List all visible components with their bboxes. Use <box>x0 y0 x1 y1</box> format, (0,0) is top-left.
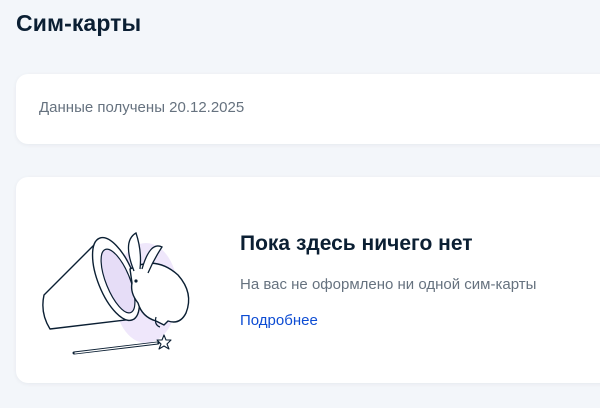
empty-state-subtitle: На вас не оформлено ни одной сим-карты <box>240 276 537 293</box>
page-title: Сим-карты <box>16 10 142 36</box>
data-received-text: Данные получены 20.12.2025 <box>39 99 245 116</box>
empty-state-card: Пока здесь ничего нет На вас не оформлен… <box>16 177 600 383</box>
magician-hat-rabbit-illustration <box>42 232 190 355</box>
empty-state-title: Пока здесь ничего нет <box>240 232 473 255</box>
wand-highlight <box>74 342 158 354</box>
more-info-link[interactable]: Подробнее <box>240 312 318 329</box>
rabbit-eye <box>134 279 138 283</box>
data-status-card: Данные получены 20.12.2025 <box>16 74 600 144</box>
